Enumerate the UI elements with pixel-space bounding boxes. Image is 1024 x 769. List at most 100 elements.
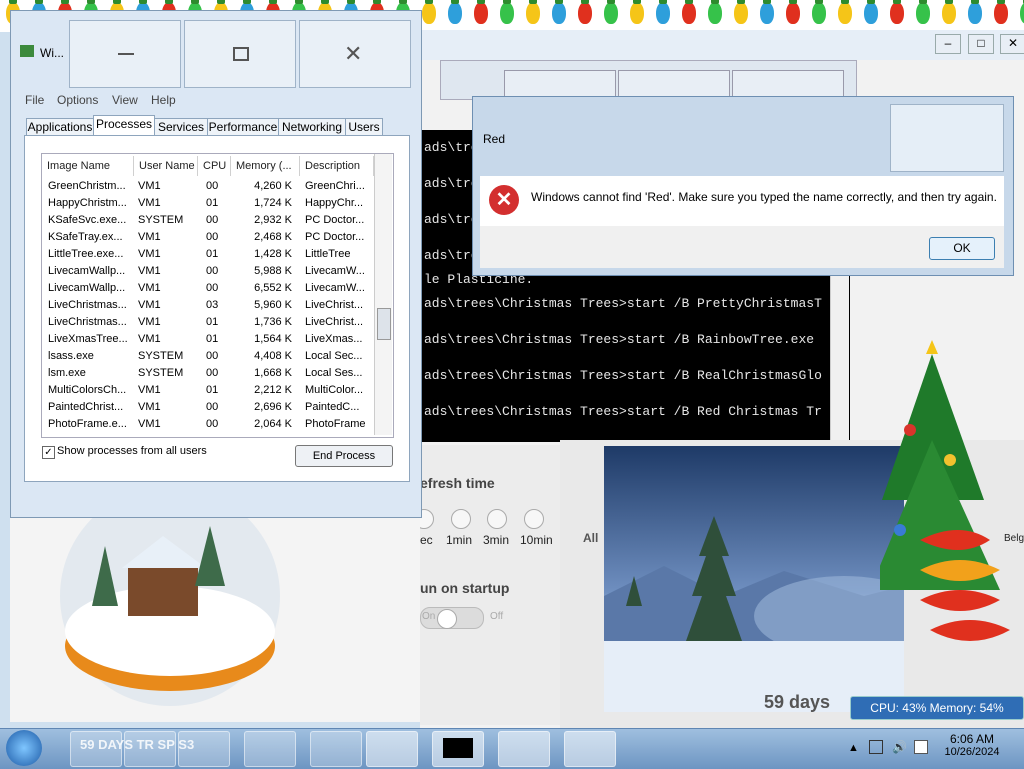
end-process-button[interactable]: End Process (295, 445, 393, 467)
table-cell: SYSTEM (138, 367, 184, 379)
table-cell: LiveChrist... (305, 299, 364, 311)
ok-button[interactable]: OK (929, 237, 995, 260)
table-cell: 2,212 K (254, 384, 292, 396)
column-image-name[interactable]: Image Name (42, 156, 134, 176)
table-cell: 00 (206, 401, 219, 413)
close-button[interactable]: ✕ (299, 20, 411, 88)
table-cell: LiveChristmas... (48, 299, 127, 311)
light-bulb-icon (500, 0, 514, 24)
table-cell: 5,988 K (254, 265, 292, 277)
table-cell: LittleTree (305, 248, 351, 260)
start-button[interactable] (6, 730, 42, 766)
dialog-message: Windows cannot find 'Red'. Make sure you… (531, 190, 997, 204)
volume-icon[interactable]: 🔊 (892, 740, 907, 754)
all-filter-label[interactable]: All (583, 531, 598, 545)
table-cell: VM1 (138, 384, 161, 396)
table-cell: PC Doctor... (305, 231, 365, 243)
clock[interactable]: 6:06 AM 10/26/2024 (932, 732, 1012, 758)
table-cell: VM1 (138, 333, 161, 345)
network-icon[interactable] (869, 740, 883, 754)
table-cell: 2,468 K (254, 231, 292, 243)
table-cell: 2,064 K (254, 418, 292, 430)
menu-options[interactable]: Options (57, 93, 98, 107)
toggle-on-label: On (422, 611, 436, 622)
light-bulb-icon (838, 0, 852, 24)
table-cell: 1,724 K (254, 197, 292, 209)
light-bulb-icon (786, 0, 800, 24)
clock-time: 6:06 AM (949, 732, 995, 746)
show-all-checkbox[interactable]: ✓ (42, 446, 55, 459)
console-line: ads\trees\Christmas Trees>start /B Red C… (424, 404, 822, 419)
refresh-radio[interactable] (524, 509, 544, 529)
taskbar-taskmanager-icon[interactable] (366, 731, 418, 767)
column-memory[interactable]: Memory (... (231, 156, 300, 176)
light-bulb-icon (630, 0, 644, 24)
table-cell: 6,552 K (254, 282, 292, 294)
table-cell: 1,736 K (254, 316, 292, 328)
action-center-icon[interactable] (914, 740, 928, 754)
light-bulb-icon (916, 0, 930, 24)
table-cell: VM1 (138, 197, 161, 209)
table-cell: VM1 (138, 265, 161, 277)
column-user-name[interactable]: User Name (134, 156, 198, 176)
background-window-titlebar: – □ ✕ (420, 30, 1024, 60)
light-bulb-icon (968, 0, 982, 24)
table-cell: 1,668 K (254, 367, 292, 379)
refresh-option-label: ec (420, 533, 433, 547)
table-cell: KSafeSvc.exe... (48, 214, 127, 226)
console-line: ads\tre (424, 212, 479, 227)
process-list-scrollbar[interactable] (374, 154, 392, 435)
table-cell: Local Ses... (305, 367, 363, 379)
table-cell: VM1 (138, 316, 161, 328)
christmas-scene-widget[interactable]: 59 days (604, 446, 934, 712)
light-bulb-icon (760, 0, 774, 24)
snow-globe-image (60, 486, 280, 706)
column-description[interactable]: Description (300, 156, 374, 176)
menu-view[interactable]: View (112, 93, 138, 107)
close-icon[interactable]: ✕ (1000, 34, 1024, 54)
menu-help[interactable]: Help (151, 93, 176, 107)
table-cell: VM1 (138, 418, 161, 430)
column-cpu[interactable]: CPU (198, 156, 231, 176)
table-cell: MultiColor... (305, 384, 364, 396)
scrollbar-thumb[interactable] (377, 308, 391, 340)
snow-globe-widget[interactable] (10, 486, 420, 722)
minimize-button[interactable] (69, 20, 181, 88)
table-cell: 00 (206, 367, 219, 379)
light-bulb-icon (656, 0, 670, 24)
taskbar-monitor-icon[interactable] (564, 731, 616, 767)
task-manager-app-icon (20, 45, 34, 57)
menu-file[interactable]: File (25, 93, 44, 107)
maximize-button[interactable] (184, 20, 296, 88)
table-cell: VM1 (138, 299, 161, 311)
table-cell: 01 (206, 248, 219, 260)
dialog-close-button[interactable] (890, 104, 1004, 172)
tray-arrow-icon[interactable]: ▲ (848, 742, 859, 754)
taskbar-christmas-icon[interactable] (498, 731, 550, 767)
maximize-icon[interactable]: □ (968, 34, 994, 54)
winter-scene-image: 59 days (604, 516, 934, 712)
table-cell: HappyChr... (305, 197, 364, 209)
minimize-icon[interactable]: – (935, 34, 961, 54)
light-bulb-icon (474, 0, 488, 24)
minimize-icon (118, 53, 134, 55)
taskbar-console-icon[interactable] (432, 731, 484, 767)
cpu-memory-monitor[interactable]: CPU: 43% Memory: 54% (850, 696, 1024, 720)
refresh-option-label: 10min (520, 533, 553, 547)
refresh-time-title: efresh time (420, 475, 495, 491)
table-cell: LivecamW... (305, 282, 365, 294)
taskbar-media-icon[interactable] (244, 731, 296, 767)
refresh-radio[interactable] (451, 509, 471, 529)
light-bulb-icon (994, 0, 1008, 24)
table-cell: PC Doctor... (305, 214, 365, 226)
taskbar-app-icon[interactable] (310, 731, 362, 767)
table-cell: PaintedC... (305, 401, 360, 413)
table-cell: LivecamWallp... (48, 282, 126, 294)
error-icon: ✕ (489, 185, 519, 215)
refresh-radio[interactable] (487, 509, 507, 529)
light-bulb-icon (422, 0, 436, 24)
decorated-tree-widget[interactable] (870, 330, 1024, 702)
light-bulb-icon (604, 0, 618, 24)
light-bulb-icon (942, 0, 956, 24)
table-cell: 00 (206, 265, 219, 277)
